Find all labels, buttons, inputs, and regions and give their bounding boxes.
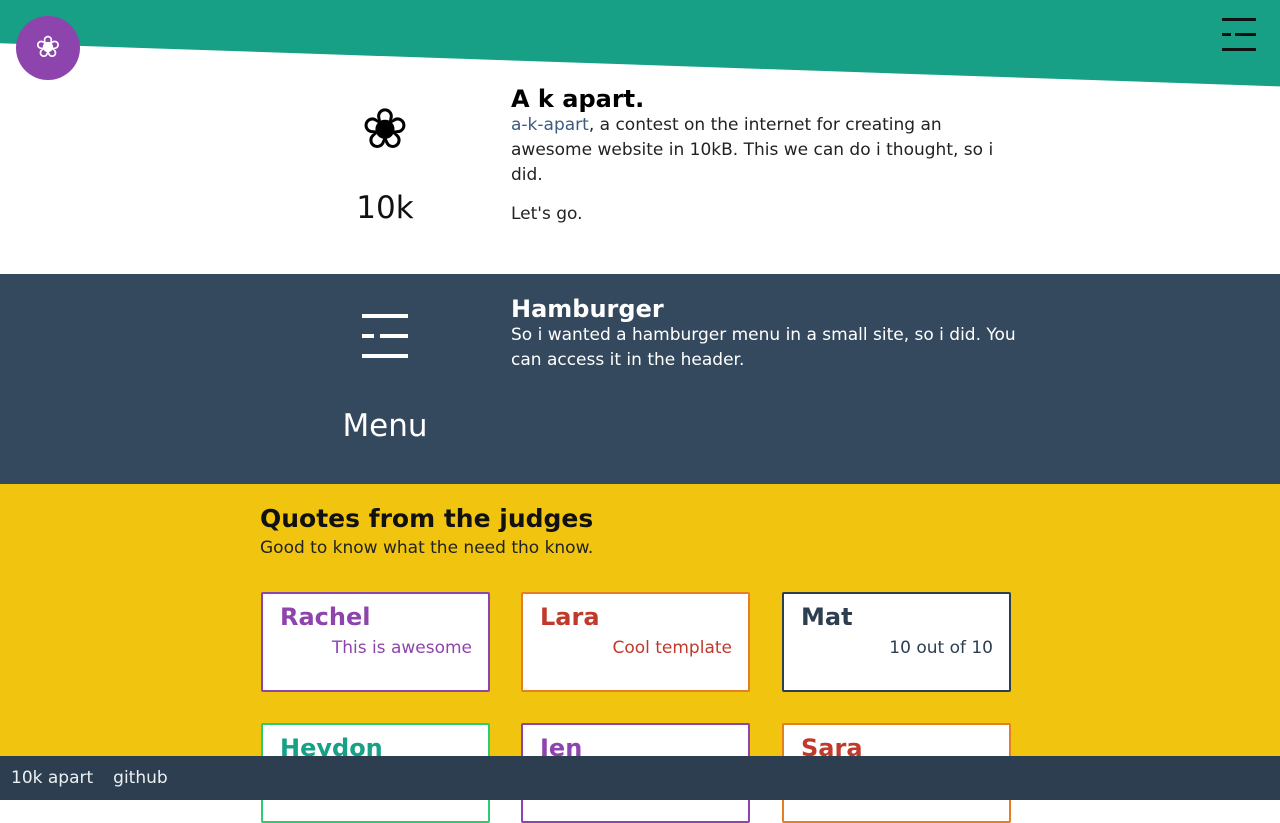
feature-body: a-k-apart, a contest on the internet for…: [511, 113, 1021, 188]
feature-title: Hamburger: [511, 295, 664, 323]
footer-link-10k-apart[interactable]: 10k apart: [11, 768, 93, 788]
quotes-title: Quotes from the judges: [260, 504, 594, 533]
feature-label: 10k: [356, 190, 414, 226]
quote-card: Rachel This is awesome: [261, 592, 490, 692]
flower-icon: ❀: [361, 97, 409, 162]
footer: 10k apart github: [0, 756, 1280, 800]
judge-name: Rachel: [280, 603, 371, 631]
header-band: [0, 0, 1280, 87]
feature-section-10k: ❀ 10k A k apart. a-k-apart, a contest on…: [0, 85, 1280, 274]
feature-icon-10k: ❀ 10k: [330, 100, 440, 228]
quote-card: Lara Cool template: [521, 592, 750, 692]
menu-icon: [362, 310, 408, 360]
feature-section-menu: Menu Hamburger So i wanted a hamburger m…: [0, 274, 1280, 484]
feature-extra: Let's go.: [511, 204, 583, 224]
judge-quote: This is awesome: [331, 638, 472, 658]
judge-name: Lara: [540, 603, 600, 631]
footer-link-github[interactable]: github: [113, 768, 168, 788]
judge-quote: 10 out of 10: [889, 638, 993, 658]
logo[interactable]: ❀: [16, 16, 80, 80]
judge-name: Mat: [801, 603, 853, 631]
feature-title: A k apart.: [511, 85, 645, 113]
feature-icon-menu: Menu: [330, 310, 440, 446]
flower-icon: ❀: [35, 30, 61, 65]
feature-label: Menu: [342, 408, 428, 444]
feature-body: So i wanted a hamburger menu in a small …: [511, 325, 1016, 370]
quote-card: Mat 10 out of 10: [782, 592, 1011, 692]
judge-quote: Cool template: [612, 638, 732, 658]
a-k-apart-link[interactable]: a-k-apart: [511, 115, 589, 135]
quotes-subtitle: Good to know what the need tho know.: [260, 538, 594, 558]
hamburger-icon[interactable]: [1222, 18, 1256, 52]
